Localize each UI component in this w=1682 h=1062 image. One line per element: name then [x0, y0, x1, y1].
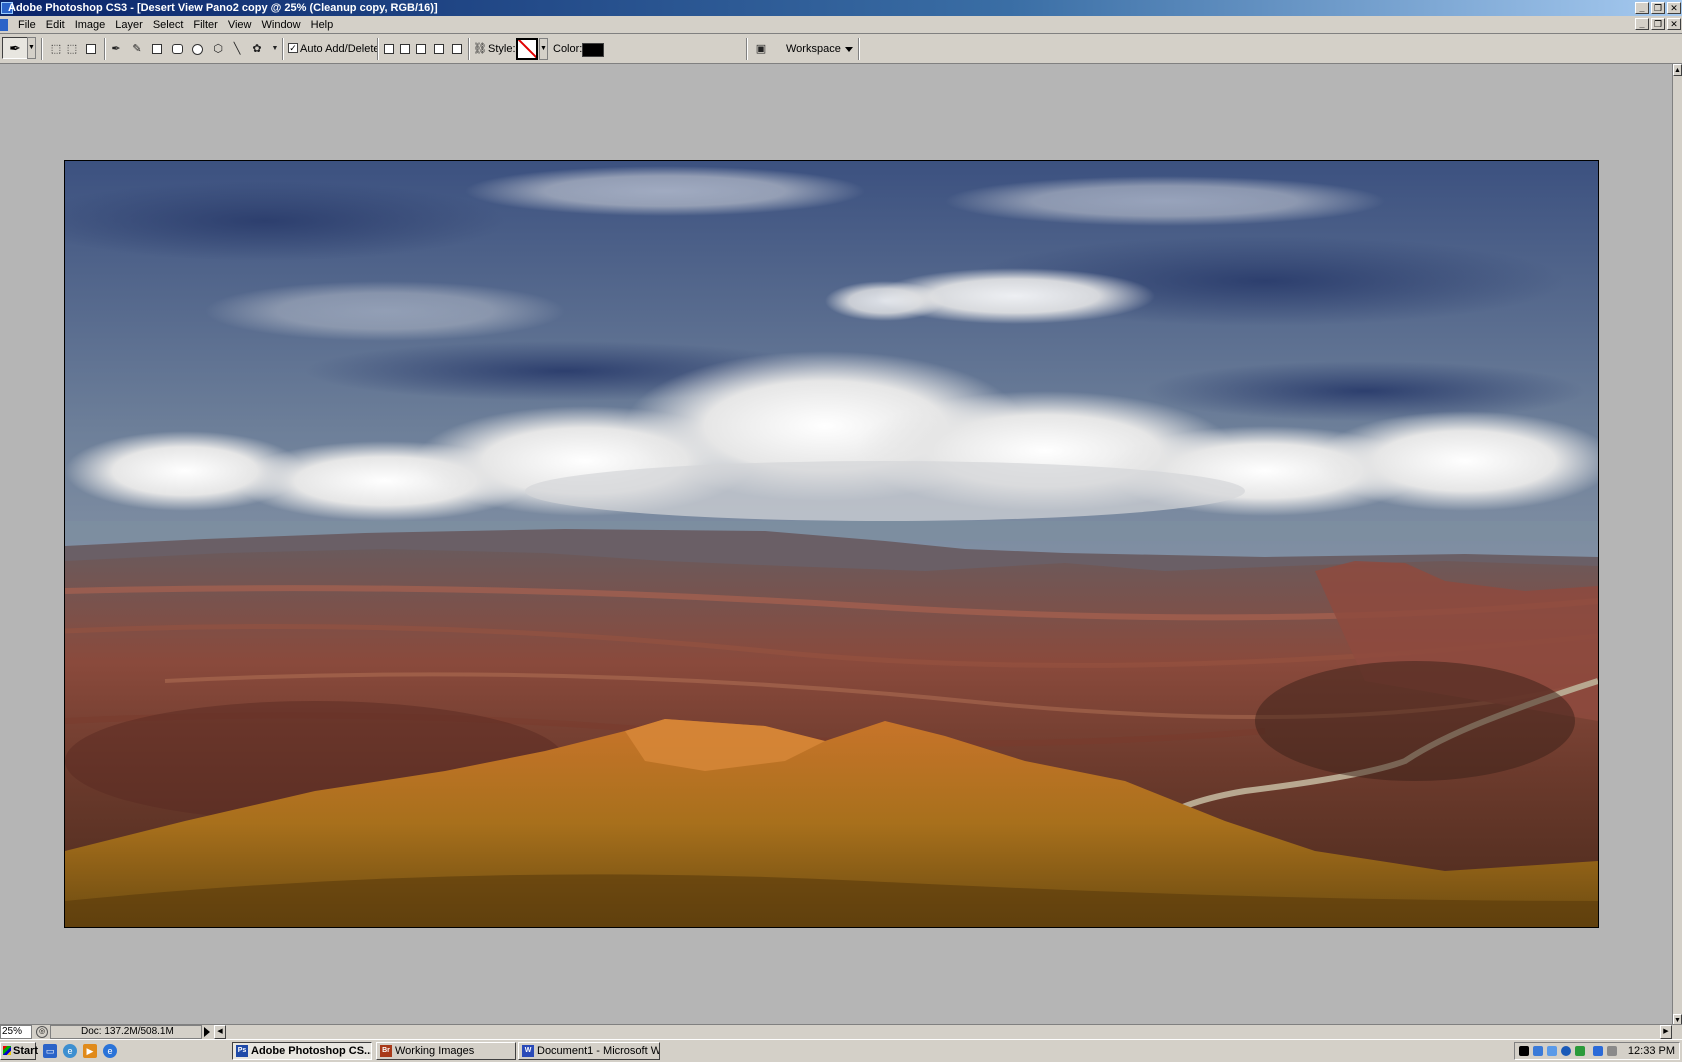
photoshop-task-icon: Ps: [236, 1045, 248, 1057]
intersect-shapes-icon[interactable]: [416, 44, 426, 54]
rounded-rectangle-icon[interactable]: [172, 44, 183, 54]
link-icon[interactable]: ⛓: [473, 42, 487, 56]
tray-app-icon[interactable]: [1519, 1046, 1529, 1056]
restore-button[interactable]: ❐: [1651, 2, 1665, 14]
pen-icon[interactable]: ✒: [109, 42, 123, 56]
custom-shape-icon[interactable]: ✿: [250, 42, 264, 56]
workspace-label: Workspace: [786, 43, 841, 55]
grand-canyon-panorama: [65, 161, 1598, 927]
browser-icon[interactable]: e: [63, 1044, 77, 1058]
title-bar: Adobe Photoshop CS3 - [Desert View Pano2…: [0, 0, 1682, 16]
doc-size-readout: Doc: 137.2M/508.1M: [50, 1025, 202, 1039]
exclude-shapes-icon[interactable]: [434, 44, 444, 54]
custom-shape-dropdown-icon[interactable]: ▼: [268, 42, 282, 56]
combine-shapes-icon[interactable]: [384, 44, 394, 54]
system-tray: 12:33 PM: [1514, 1042, 1680, 1060]
word-task-icon: W: [522, 1045, 534, 1057]
scroll-left-arrow[interactable]: ◀: [214, 1025, 226, 1039]
status-bar: 25% ◎ Doc: 137.2M/508.1M ◀ ▶: [0, 1024, 1682, 1039]
rectangle-icon[interactable]: [152, 44, 162, 54]
internet-explorer-icon[interactable]: e: [103, 1044, 117, 1058]
color-swatch[interactable]: [582, 43, 604, 57]
menu-filter[interactable]: Filter: [188, 18, 222, 32]
task-word[interactable]: W Document1 - Microsoft W...: [518, 1042, 660, 1060]
menu-edit[interactable]: Edit: [41, 18, 70, 32]
separator: [282, 38, 284, 60]
line-icon[interactable]: ╲: [230, 42, 244, 56]
clock: 12:33 PM: [1627, 1045, 1675, 1057]
menu-select[interactable]: Select: [148, 18, 189, 32]
tool-preset-dropdown[interactable]: ▼: [27, 37, 36, 59]
subtract-shapes-icon[interactable]: [400, 44, 410, 54]
auto-add-delete-checkbox[interactable]: ✓: [288, 43, 298, 53]
scroll-up-arrow[interactable]: ▲: [1673, 64, 1682, 76]
separator: [746, 38, 748, 60]
tray-app-icon[interactable]: [1561, 1046, 1571, 1056]
separator: [104, 38, 106, 60]
taskbar: Start ▭ e ▶ e Ps Adobe Photoshop CS... B…: [0, 1039, 1682, 1062]
pen-tool-preset-icon[interactable]: ✒: [2, 37, 28, 59]
status-info-icon[interactable]: ◎: [36, 1026, 48, 1038]
auto-add-delete-label: Auto Add/Delete: [300, 43, 380, 55]
task-label: Adobe Photoshop CS...: [251, 1045, 372, 1057]
start-button[interactable]: Start: [0, 1042, 39, 1060]
options-bar: ✒ ▼ ⬚ ⬚ ✒ ✎ ⬡ ╲ ✿ ▼ ✓ Auto Add/Delete ⛓ …: [0, 34, 1682, 64]
color-label: Color:: [553, 43, 583, 55]
task-bridge[interactable]: Br Working Images: [376, 1042, 516, 1060]
tray-app-icon[interactable]: [1533, 1046, 1543, 1056]
document-icon[interactable]: [0, 19, 8, 31]
tray-app-icon[interactable]: [1547, 1046, 1557, 1056]
media-player-icon[interactable]: ▶: [83, 1044, 97, 1058]
separator: [468, 38, 470, 60]
menu-file[interactable]: File: [13, 18, 41, 32]
menu-layer[interactable]: Layer: [110, 18, 148, 32]
horizontal-scrollbar[interactable]: ◀ ▶: [214, 1025, 1672, 1039]
status-menu-arrow-icon[interactable]: [204, 1027, 210, 1037]
polygon-icon[interactable]: ⬡: [211, 42, 225, 56]
separator: [858, 38, 860, 60]
doc-minimize-button[interactable]: _: [1635, 18, 1649, 30]
style-label: Style:: [488, 43, 516, 55]
menu-help[interactable]: Help: [306, 18, 339, 32]
document-image[interactable]: [64, 160, 1599, 928]
fill-pixels-icon[interactable]: [86, 44, 96, 54]
task-label: Document1 - Microsoft W...: [537, 1045, 660, 1057]
task-photoshop[interactable]: Ps Adobe Photoshop CS...: [232, 1042, 372, 1060]
menu-image[interactable]: Image: [70, 18, 111, 32]
doc-restore-button[interactable]: ❐: [1651, 18, 1665, 30]
minimize-button[interactable]: _: [1635, 2, 1649, 14]
workspace-menu-button[interactable]: Workspace: [786, 41, 853, 57]
menu-window[interactable]: Window: [257, 18, 306, 32]
new-shape-area-icon[interactable]: [452, 44, 462, 54]
menu-view[interactable]: View: [223, 18, 257, 32]
close-button[interactable]: ✕: [1667, 2, 1681, 14]
tray-app-icon[interactable]: [1575, 1046, 1585, 1056]
show-desktop-icon[interactable]: ▭: [43, 1044, 57, 1058]
zoom-field[interactable]: 25%: [0, 1025, 32, 1039]
separator: [41, 38, 43, 60]
file-browser-icon[interactable]: ▣: [754, 42, 768, 56]
freeform-pen-icon[interactable]: ✎: [130, 42, 144, 56]
window-title: Adobe Photoshop CS3 - [Desert View Pano2…: [8, 2, 438, 14]
scroll-right-arrow[interactable]: ▶: [1660, 1025, 1672, 1039]
bridge-task-icon: Br: [380, 1045, 392, 1057]
menu-bar: File Edit Image Layer Select Filter View…: [0, 16, 1682, 34]
start-label: Start: [13, 1045, 39, 1057]
ellipse-icon[interactable]: [192, 44, 203, 55]
volume-icon[interactable]: [1607, 1046, 1617, 1056]
style-dropdown[interactable]: ▼: [539, 38, 548, 60]
chevron-down-icon: [844, 46, 853, 52]
vertical-scrollbar[interactable]: ▲ ▼: [1672, 64, 1682, 1026]
separator: [377, 38, 379, 60]
shape-layers-icon[interactable]: ⬚: [49, 42, 63, 56]
windows-flag-icon: [3, 1046, 11, 1055]
style-picker-swatch[interactable]: [516, 38, 538, 60]
paths-icon[interactable]: ⬚: [65, 42, 79, 56]
doc-close-button[interactable]: ✕: [1667, 18, 1681, 30]
task-label: Working Images: [395, 1045, 475, 1057]
network-icon[interactable]: [1593, 1046, 1603, 1056]
